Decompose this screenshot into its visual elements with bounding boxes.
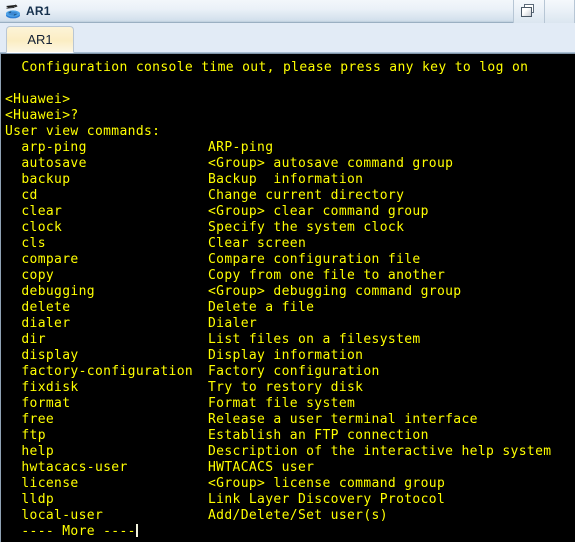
window-title: AR1 [26, 4, 51, 18]
command-name: dir [5, 332, 46, 347]
device-cli-window: AR1 AR1 Configuration console time out, … [0, 0, 575, 542]
command-name: compare [5, 252, 79, 267]
command-row: debugging <Group> debugging command group [5, 284, 575, 300]
command-description: Release a user terminal interface [208, 412, 478, 427]
command-row: display Display information [5, 348, 575, 364]
window-titlebar: AR1 [0, 0, 575, 23]
command-description: <Group> clear command group [208, 204, 429, 219]
command-row: arp-ping ARP-ping [5, 140, 575, 156]
command-row: clock Specify the system clock [5, 220, 575, 236]
terminal-cursor [135, 524, 138, 537]
command-name: free [5, 412, 55, 427]
command-row: license <Group> license command group [5, 476, 575, 492]
terminal-line: <Huawei> [5, 92, 71, 107]
command-description: HWTACACS user [208, 460, 315, 475]
tab-ar1[interactable]: AR1 [6, 26, 74, 53]
command-name: format [5, 396, 71, 411]
command-name: display [5, 348, 79, 363]
command-row: help Description of the interactive help … [5, 444, 575, 460]
command-name: hwtacacs-user [5, 460, 128, 475]
command-name: copy [5, 268, 55, 283]
command-name: lldp [5, 492, 55, 507]
command-row: dir List files on a filesystem [5, 332, 575, 348]
command-description: Add/Delete/Set user(s) [208, 508, 388, 523]
command-row: cls Clear screen [5, 236, 575, 252]
command-name: cd [5, 188, 38, 203]
restore-icon [521, 4, 537, 18]
command-row: delete Delete a file [5, 300, 575, 316]
command-description: Copy from one file to another [208, 268, 446, 283]
command-row: ftp Establish an FTP connection [5, 428, 575, 444]
restore-window-button[interactable] [513, 0, 544, 23]
command-description: List files on a filesystem [208, 332, 421, 347]
command-name: cls [5, 236, 46, 251]
command-name: arp-ping [5, 140, 87, 155]
command-name: fixdisk [5, 380, 79, 395]
terminal-line: Configuration console time out, please p… [5, 60, 529, 75]
command-name: local-user [5, 508, 104, 523]
command-description: Link Layer Discovery Protocol [208, 492, 446, 507]
command-description: Backup information [208, 172, 364, 187]
command-row: dialer Dialer [5, 316, 575, 332]
command-name: ftp [5, 428, 46, 443]
command-description: Clear screen [208, 236, 307, 251]
command-name: delete [5, 300, 71, 315]
command-name: factory-configuration [5, 364, 194, 379]
command-description: <Group> autosave command group [208, 156, 454, 171]
command-name: backup [5, 172, 71, 187]
terminal-output[interactable]: Configuration console time out, please p… [1, 54, 575, 542]
command-row: local-user Add/Delete/Set user(s) [5, 508, 575, 524]
command-description: Change current directory [208, 188, 405, 203]
command-name: dialer [5, 316, 71, 331]
command-row: cd Change current directory [5, 188, 575, 204]
command-description: Description of the interactive help syst… [208, 444, 552, 459]
command-name: debugging [5, 284, 95, 299]
pager-more-label: ---- More ---- [5, 524, 136, 539]
window-controls [513, 0, 575, 23]
command-row: hwtacacs-user HWTACACS user [5, 460, 575, 476]
command-description: Dialer [208, 316, 258, 331]
command-description: <Group> debugging command group [208, 284, 462, 299]
close-window-button[interactable] [544, 0, 575, 23]
command-description: Establish an FTP connection [208, 428, 429, 443]
command-name: clear [5, 204, 63, 219]
command-description: <Group> license command group [208, 476, 446, 491]
command-description: Compare configuration file [208, 252, 421, 267]
command-name: license [5, 476, 79, 491]
command-row: format Format file system [5, 396, 575, 412]
command-row: lldp Link Layer Discovery Protocol [5, 492, 575, 508]
command-description: Delete a file [208, 300, 315, 315]
command-name: help [5, 444, 55, 459]
command-description: Format file system [208, 396, 356, 411]
command-row: fixdisk Try to restory disk [5, 380, 575, 396]
command-description: Display information [208, 348, 364, 363]
command-name: autosave [5, 156, 87, 171]
command-description: Factory configuration [208, 364, 380, 379]
terminal-panel[interactable]: Configuration console time out, please p… [0, 53, 575, 542]
command-row: backup Backup information [5, 172, 575, 188]
command-row: clear <Group> clear command group [5, 204, 575, 220]
terminal-line: User view commands: [5, 124, 161, 139]
command-name: clock [5, 220, 63, 235]
command-description: ARP-ping [208, 140, 274, 155]
command-row: copy Copy from one file to another [5, 268, 575, 284]
command-description: Specify the system clock [208, 220, 405, 235]
pager-more-prompt: ---- More ---- [5, 524, 575, 540]
command-description: Try to restory disk [208, 380, 364, 395]
tab-label: AR1 [27, 32, 53, 47]
command-row: free Release a user terminal interface [5, 412, 575, 428]
tab-strip: AR1 [0, 23, 575, 53]
command-row: factory-configuration Factory configurati… [5, 364, 575, 380]
terminal-line: <Huawei>? [5, 108, 79, 123]
command-row: autosave <Group> autosave command group [5, 156, 575, 172]
command-row: compare Compare configuration file [5, 252, 575, 268]
router-device-icon [4, 3, 22, 20]
